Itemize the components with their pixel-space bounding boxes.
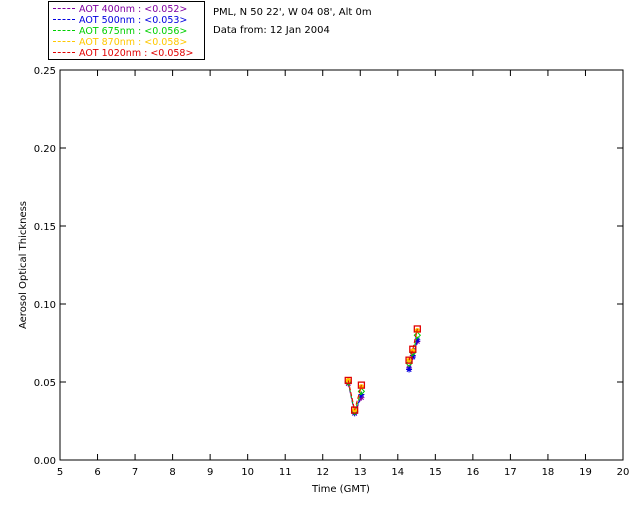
y-tick-label: 0.00	[34, 456, 56, 467]
x-tick-label: 16	[466, 467, 479, 478]
x-tick-label: 6	[94, 467, 100, 478]
series-layer	[344, 325, 422, 417]
x-tick-label: 7	[132, 467, 138, 478]
y-tick-label: 0.25	[34, 66, 56, 77]
x-tick-label: 17	[504, 467, 517, 478]
x-axis-label: Time (GMT)	[311, 484, 370, 495]
x-tick-label: 8	[169, 467, 175, 478]
axis-ticks: 5 6 7 8 9 10 11 12 13 14 15 16 17 18 19 20 0.00 0.05 0.10 0…	[34, 66, 630, 478]
y-tick-label: 0.15	[34, 222, 56, 233]
aot-chart: 5 6 7 8 9 10 11 12 13 14 15 16 17 18 19 20 0.00 0.05 0.10 0…	[18, 66, 630, 495]
x-tick-label: 13	[354, 467, 367, 478]
x-tick-label: 5	[57, 467, 63, 478]
x-tick-label: 9	[207, 467, 213, 478]
plot-frame	[59, 69, 624, 461]
y-tick-label: 0.20	[34, 144, 56, 155]
x-tick-label: 18	[542, 467, 555, 478]
y-tick-label: 0.10	[34, 300, 56, 311]
x-tick-label: 11	[279, 467, 292, 478]
x-tick-label: 19	[579, 467, 592, 478]
data-point-star	[406, 366, 413, 373]
x-tick-label: 20	[617, 467, 630, 478]
y-axis-label: Aerosol Optical Thickness	[18, 201, 29, 329]
x-tick-label: 12	[316, 467, 329, 478]
y-tick-label: 0.05	[34, 378, 56, 389]
x-tick-label: 14	[391, 467, 404, 478]
x-tick-label: 10	[241, 467, 254, 478]
x-tick-label: 15	[429, 467, 442, 478]
